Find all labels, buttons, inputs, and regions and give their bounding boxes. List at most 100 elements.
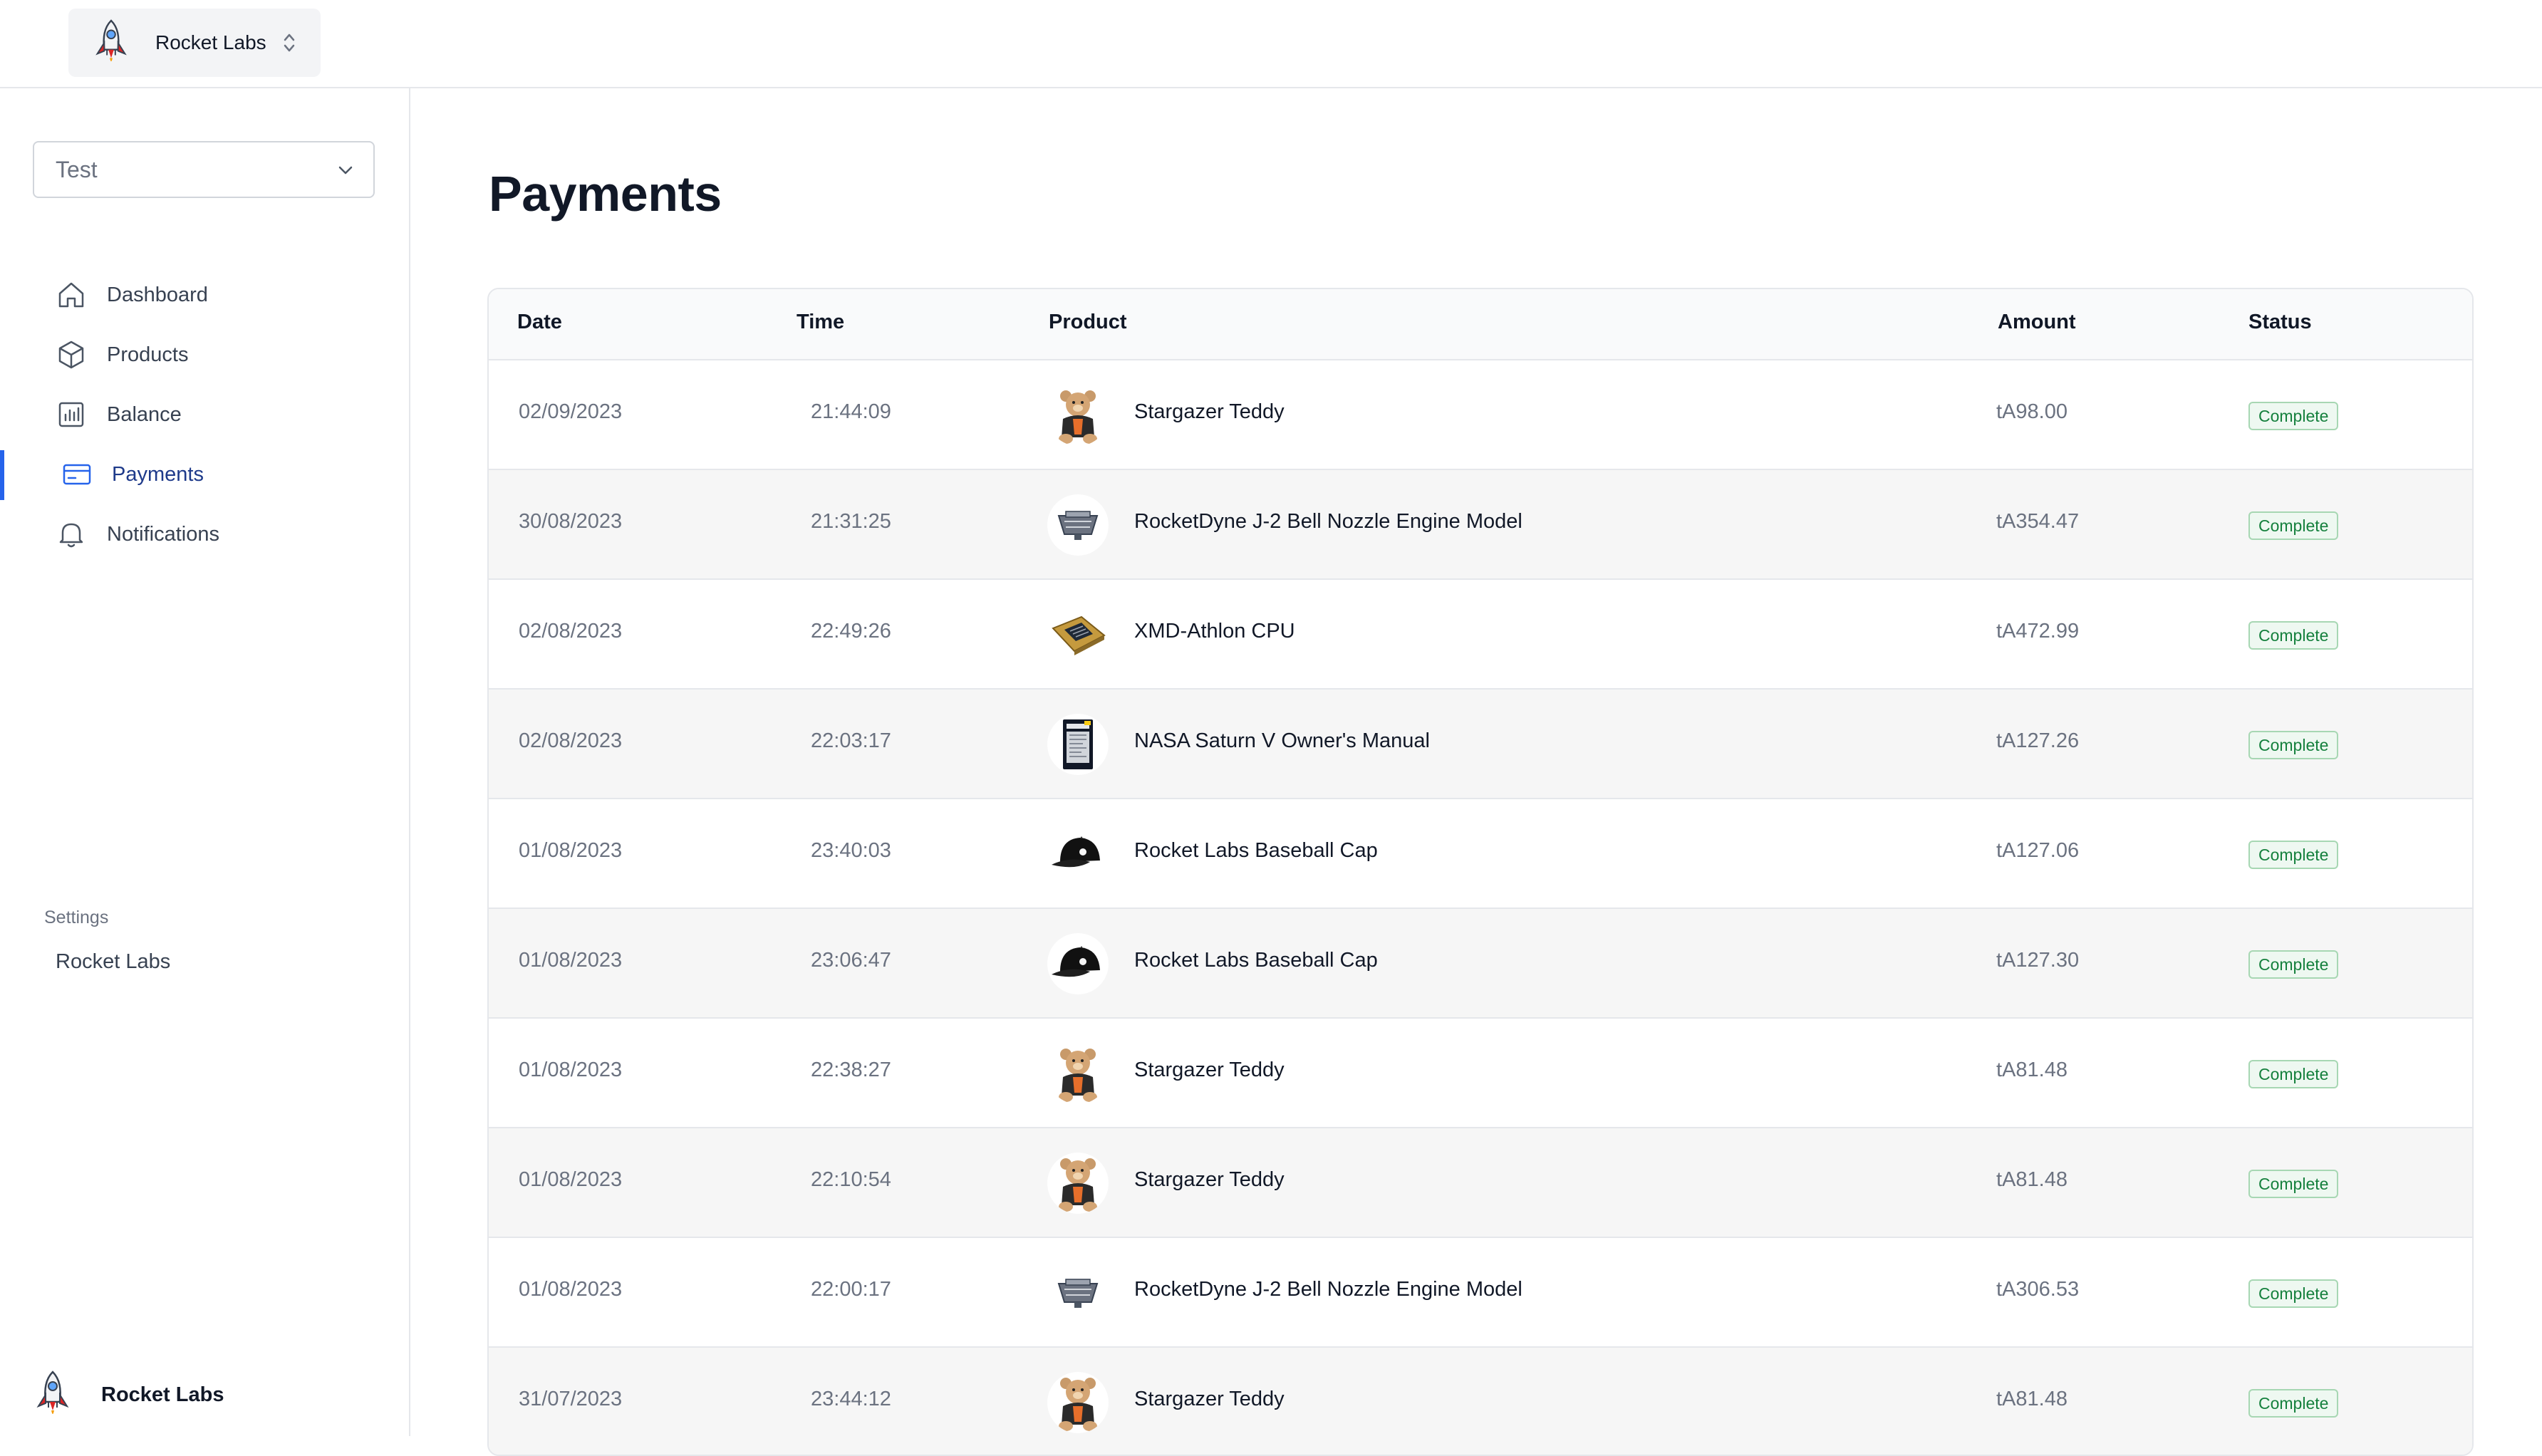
cell-date: 01/08/2023 [519,1278,623,1301]
settings-heading: Settings [44,908,109,927]
column-header-status[interactable]: Status [2248,311,2312,334]
manual-thumbnail-icon [1047,714,1109,775]
cell-date: 02/08/2023 [519,620,623,643]
org-switcher-button[interactable]: Rocket Labs [68,9,321,77]
sidebar-item-payments[interactable]: Payments [0,444,410,504]
sidebar-item-dashboard[interactable]: Dashboard [0,265,410,325]
cell-amount: tA81.48 [1996,1059,2068,1081]
box-icon [58,340,84,369]
table-row[interactable]: 30/08/2023 21:31:25 RocketDyne J-2 Bell No… [489,470,2472,580]
cell-amount: tA98.00 [1996,400,2068,423]
sidebar-item-label: Payments [112,462,204,486]
cell-amount: tA306.53 [1996,1278,2080,1301]
cell-date: 01/08/2023 [519,1168,623,1191]
chevron-up-down-icon [284,33,294,52]
cell-time: 22:38:27 [811,1059,891,1081]
cell-time: 22:49:26 [811,620,891,643]
column-header-time[interactable]: Time [797,311,844,334]
engine-model-thumbnail-icon [1047,1262,1109,1324]
bell-icon [59,523,83,548]
cell-product: RocketDyne J-2 Bell Nozzle Engine Model [1134,510,1522,533]
sidebar-item-notifications[interactable]: Notifications [0,504,410,564]
table-row[interactable]: 02/08/2023 22:49:26 XMD-Athlon CPU tA472.99… [489,580,2472,690]
teddy-thumbnail-icon [1047,1372,1109,1433]
cell-time: 22:03:17 [811,729,891,752]
cell-date: 01/08/2023 [519,1059,623,1081]
environment-value: Test [56,156,98,182]
sidebar-item-label: Products [107,343,189,366]
cell-date: 01/08/2023 [519,839,623,862]
payments-table: Date Time Product Amount Status 02/09/20… [487,288,2474,1456]
table-row[interactable]: 01/08/2023 22:10:54 Stargazer Teddy tA81.48… [489,1128,2472,1238]
table-row[interactable]: 02/09/2023 21:44:09 Stargazer Teddy tA98.00… [489,360,2472,470]
cell-amount: tA81.48 [1996,1168,2068,1191]
status-badge: Complete [2248,1389,2339,1418]
status-badge: Complete [2248,621,2339,650]
cell-time: 22:00:17 [811,1278,891,1301]
column-header-amount[interactable]: Amount [1998,311,2076,334]
cell-time: 21:44:09 [811,400,891,423]
status-badge: Complete [2248,1279,2339,1308]
sidebar-item-balance[interactable]: Balance [0,385,410,444]
page-title: Payments [489,166,722,222]
cell-time: 21:31:25 [811,510,891,533]
sidebar-footer-account[interactable]: Rocket Labs [36,1371,224,1419]
teddy-thumbnail-icon [1047,1043,1109,1104]
sidebar-item-label: Notifications [107,522,219,546]
status-badge: Complete [2248,511,2339,540]
cell-amount: tA127.30 [1996,949,2080,972]
rocket-logo-icon [36,1371,70,1419]
sidebar-item-products[interactable]: Products [0,325,410,385]
cell-product: RocketDyne J-2 Bell Nozzle Engine Model [1134,1278,1522,1301]
cell-date: 30/08/2023 [519,510,623,533]
cell-date: 31/07/2023 [519,1388,623,1410]
status-badge: Complete [2248,841,2339,869]
status-badge: Complete [2248,950,2339,979]
org-name: Rocket Labs [155,31,266,53]
column-header-product[interactable]: Product [1049,311,1127,334]
settings-org-link[interactable]: Rocket Labs [56,950,170,974]
cpu-thumbnail-icon [1047,604,1109,665]
cell-time: 22:10:54 [811,1168,891,1191]
cell-time: 23:06:47 [811,949,891,972]
bar-chart-icon [58,402,84,427]
rocket-logo-icon [94,19,128,66]
sidebar-item-label: Dashboard [107,283,208,306]
cell-date: 02/08/2023 [519,729,623,752]
column-header-date[interactable]: Date [517,311,562,334]
table-row[interactable]: 01/08/2023 23:06:47 Rocket Labs Baseball C… [489,909,2472,1019]
home-icon [58,282,84,308]
cell-product: Stargazer Teddy [1134,1388,1285,1410]
cell-amount: tA127.26 [1996,729,2080,752]
cell-product: XMD-Athlon CPU [1134,620,1295,643]
cell-time: 23:44:12 [811,1388,891,1410]
baseball-cap-thumbnail-icon [1047,823,1109,885]
cell-product: Rocket Labs Baseball Cap [1134,949,1378,972]
table-header: Date Time Product Amount Status [489,289,2472,360]
table-row[interactable]: 01/08/2023 23:40:03 Rocket Labs Baseball C… [489,799,2472,909]
sidebar: Test Dashboard Products Balance Payments… [0,88,410,1436]
teddy-thumbnail-icon [1047,385,1109,446]
table-row[interactable]: 02/08/2023 22:03:17 NASA Saturn V Owner's … [489,690,2472,799]
top-bar: Rocket Labs [0,0,2542,88]
cell-product: Stargazer Teddy [1134,1168,1285,1191]
cell-product: NASA Saturn V Owner's Manual [1134,729,1430,752]
table-row[interactable]: 01/08/2023 22:38:27 Stargazer Teddy tA81.48… [489,1019,2472,1128]
cell-time: 23:40:03 [811,839,891,862]
chevron-down-icon [338,166,353,175]
sidebar-nav: Dashboard Products Balance Payments Noti… [0,265,410,564]
status-badge: Complete [2248,1170,2339,1198]
cell-amount: tA472.99 [1996,620,2080,643]
environment-select[interactable]: Test [33,141,375,198]
table-row[interactable]: 01/08/2023 22:00:17 RocketDyne J-2 Bell No… [489,1238,2472,1348]
cell-date: 02/09/2023 [519,400,623,423]
cell-product: Stargazer Teddy [1134,400,1285,423]
status-badge: Complete [2248,402,2339,430]
cell-product: Stargazer Teddy [1134,1059,1285,1081]
cell-amount: tA81.48 [1996,1388,2068,1410]
cell-amount: tA354.47 [1996,510,2080,533]
cell-date: 01/08/2023 [519,949,623,972]
engine-model-thumbnail-icon [1047,494,1109,556]
table-row[interactable]: 31/07/2023 23:44:12 Stargazer Teddy tA81.48… [489,1348,2472,1455]
baseball-cap-thumbnail-icon [1047,933,1109,994]
